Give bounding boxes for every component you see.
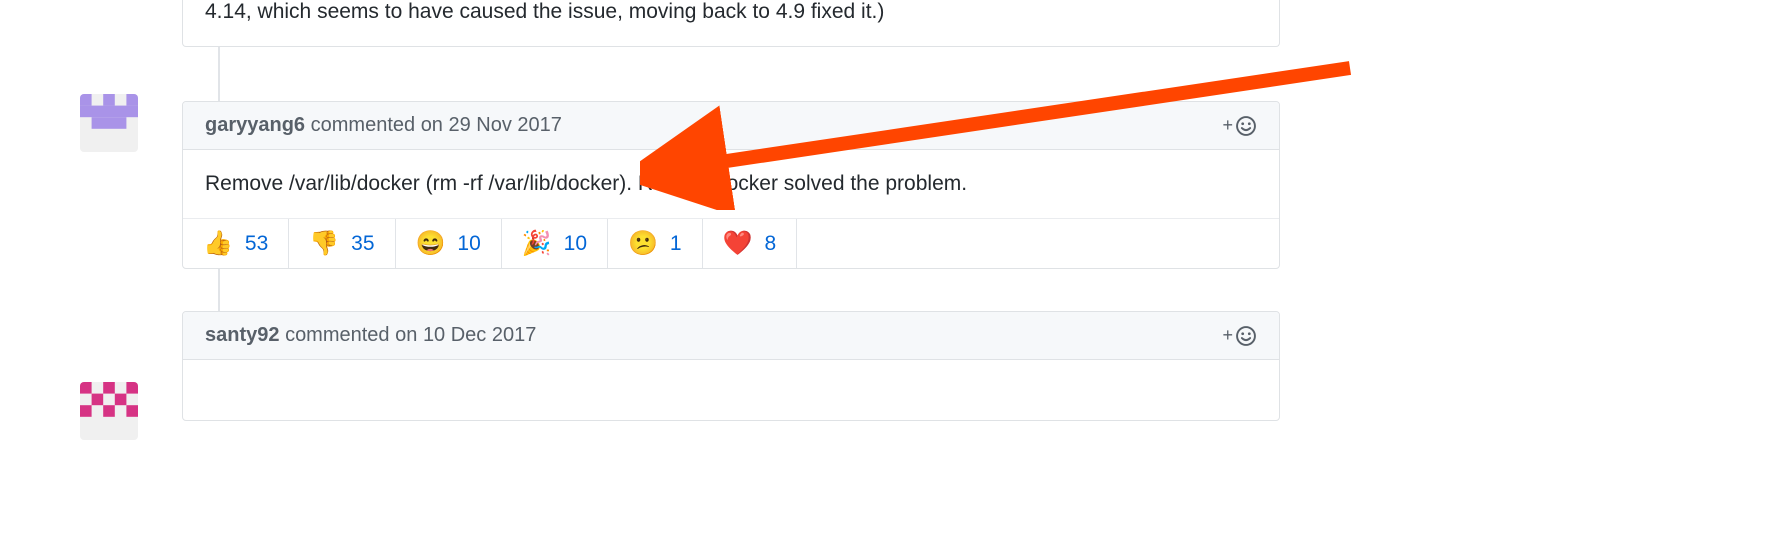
comment-header-text: santy92 commented on 10 Dec 2017 (205, 324, 536, 347)
avatar[interactable] (80, 94, 138, 152)
reaction-button[interactable]: 👎 35 (289, 219, 395, 268)
reaction-count: 10 (457, 232, 480, 256)
avatar[interactable] (80, 382, 138, 440)
reaction-emoji: 😕 (628, 229, 658, 258)
comment-verb: commented (285, 324, 390, 346)
comment-date-prefix: on (421, 114, 443, 136)
smiley-icon (1235, 325, 1257, 347)
reaction-emoji: ❤️ (723, 229, 753, 258)
comment-date[interactable]: 10 Dec 2017 (423, 324, 536, 346)
previous-comment-text: 4.14, which seems to have caused the iss… (205, 0, 884, 23)
comment-box: garyyang6 commented on 29 Nov 2017 + Rem… (182, 101, 1280, 269)
reaction-emoji: 👍 (203, 229, 233, 258)
comment-header-text: garyyang6 commented on 29 Nov 2017 (205, 114, 562, 137)
reaction-count: 10 (564, 232, 587, 256)
comment-header: santy92 commented on 10 Dec 2017 + (183, 312, 1279, 360)
reaction-button[interactable]: 😕1 (608, 219, 703, 268)
previous-comment-body: 4.14, which seems to have caused the iss… (182, 0, 1280, 47)
author-link[interactable]: garyyang6 (205, 114, 305, 136)
add-reaction-button[interactable]: + (1222, 325, 1257, 347)
comment-body: Remove /var/lib/docker (rm -rf /var/lib/… (183, 150, 1279, 219)
comment-body-text: Remove /var/lib/docker (rm -rf /var/lib/… (205, 172, 967, 195)
reaction-button[interactable]: 👍 53 (183, 219, 289, 268)
reaction-emoji: 👎 (309, 229, 339, 258)
reaction-count: 53 (245, 232, 268, 256)
comment-verb: commented (311, 114, 416, 136)
reactions-bar: 👍53👎35😄10🎉10😕1❤️8 (183, 219, 1279, 268)
reaction-count: 35 (351, 232, 374, 256)
reaction-button[interactable]: 😄 10 (396, 219, 502, 268)
reaction-button[interactable]: ❤️ 8 (703, 219, 798, 268)
comment-header: garyyang6 commented on 29 Nov 2017 + (183, 102, 1279, 150)
add-reaction-button[interactable]: + (1222, 115, 1257, 137)
plus-icon: + (1222, 115, 1233, 136)
comment-box: santy92 commented on 10 Dec 2017 + (182, 311, 1280, 421)
reaction-count: 8 (764, 232, 776, 256)
comment-date-prefix: on (395, 324, 417, 346)
smiley-icon (1235, 115, 1257, 137)
author-link[interactable]: santy92 (205, 324, 280, 346)
reaction-emoji: 😄 (416, 229, 446, 258)
comment-date[interactable]: 29 Nov 2017 (449, 114, 562, 136)
reaction-count: 1 (670, 232, 682, 256)
plus-icon: + (1222, 325, 1233, 346)
reaction-emoji: 🎉 (522, 229, 552, 258)
reaction-button[interactable]: 🎉 10 (502, 219, 608, 268)
